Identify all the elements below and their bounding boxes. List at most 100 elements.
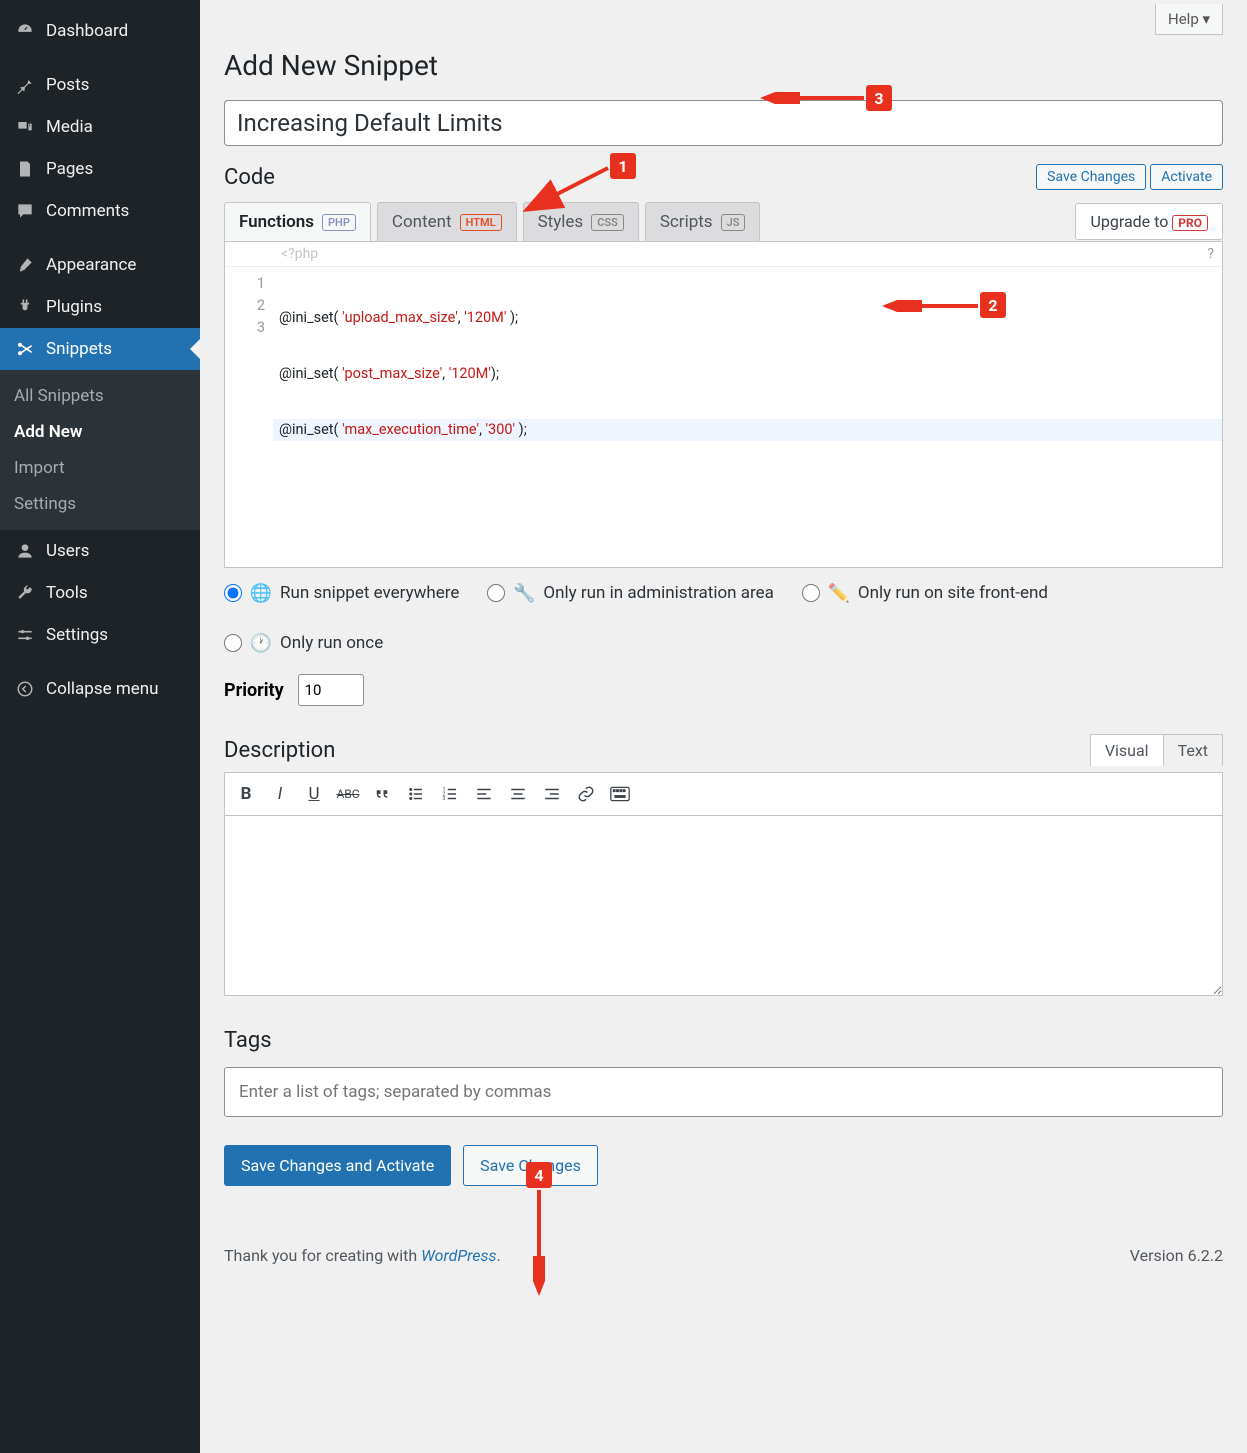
tab-label: Styles xyxy=(538,212,584,232)
sidebar-label: Comments xyxy=(46,201,129,221)
brush-icon xyxy=(14,254,36,276)
sidebar-item-dashboard[interactable]: Dashboard xyxy=(0,10,200,52)
scope-label: Only run in administration area xyxy=(543,583,773,603)
sidebar-collapse[interactable]: Collapse menu xyxy=(0,668,200,710)
main-content: Help ▾ Add New Snippet 1 2 3 4 Code Save… xyxy=(200,0,1247,1453)
scope-label: Run snippet everywhere xyxy=(280,583,459,603)
align-center-button[interactable] xyxy=(503,779,533,809)
annotation-3: 3 xyxy=(866,85,892,111)
code-type-tabs: FunctionsPHP ContentHTML Styles CSS Scrip… xyxy=(224,202,1223,241)
submenu-all-snippets[interactable]: All Snippets xyxy=(0,378,200,414)
description-title: Description xyxy=(224,738,335,763)
radio-once[interactable] xyxy=(224,634,242,652)
wordpress-link[interactable]: WordPress xyxy=(421,1246,496,1265)
code-content[interactable]: @ini_set( 'upload_max_size', '120M' ); @… xyxy=(273,267,1222,567)
activate-button[interactable]: Activate xyxy=(1150,164,1223,190)
sidebar-label: Pages xyxy=(46,159,93,179)
submenu-settings[interactable]: Settings xyxy=(0,486,200,522)
sidebar-label: Plugins xyxy=(46,297,102,317)
sidebar-item-plugins[interactable]: Plugins xyxy=(0,286,200,328)
sidebar-item-snippets[interactable]: Snippets xyxy=(0,328,200,370)
sidebar-label: Users xyxy=(46,541,89,561)
priority-input[interactable] xyxy=(298,674,364,706)
admin-footer: Thank you for creating with WordPress. V… xyxy=(224,1246,1223,1265)
upgrade-label: Upgrade to xyxy=(1090,212,1172,231)
annotation-1: 1 xyxy=(610,153,636,179)
tags-title: Tags xyxy=(224,1028,1223,1053)
scope-admin[interactable]: 🔧Only run in administration area xyxy=(487,582,773,604)
pencil-icon: ✏️ xyxy=(828,582,850,604)
tinymce-toolbar: B I U ABC 123 xyxy=(224,772,1223,816)
tab-scripts[interactable]: ScriptsJS xyxy=(645,202,761,241)
strike-button[interactable]: ABC xyxy=(333,779,363,809)
help-toggle[interactable]: Help ▾ xyxy=(1155,4,1223,35)
page-icon xyxy=(14,158,36,180)
sidebar-item-appearance[interactable]: Appearance xyxy=(0,244,200,286)
badge-php: PHP xyxy=(322,214,356,231)
radio-admin[interactable] xyxy=(487,584,505,602)
submenu-import[interactable]: Import xyxy=(0,450,200,486)
scissors-icon xyxy=(14,338,36,360)
badge-css: CSS xyxy=(591,214,624,231)
sidebar-item-media[interactable]: Media xyxy=(0,106,200,148)
save-and-activate-button[interactable]: Save Changes and Activate xyxy=(224,1145,451,1186)
sidebar-item-settings[interactable]: Settings xyxy=(0,614,200,656)
tab-styles[interactable]: Styles CSS xyxy=(523,202,639,241)
badge-html: HTML xyxy=(460,214,502,231)
sidebar-label: Appearance xyxy=(46,255,136,275)
screen-meta: Help ▾ xyxy=(224,0,1223,39)
bullet-list-button[interactable] xyxy=(401,779,431,809)
annotation-4: 4 xyxy=(526,1162,552,1188)
align-left-button[interactable] xyxy=(469,779,499,809)
sidebar-item-tools[interactable]: Tools xyxy=(0,572,200,614)
code-section-title: Code xyxy=(224,165,275,190)
line-gutter: 123 xyxy=(225,267,273,567)
italic-button[interactable]: I xyxy=(265,779,295,809)
radio-everywhere[interactable] xyxy=(224,584,242,602)
sidebar-label: Tools xyxy=(46,583,88,603)
save-changes-button[interactable]: Save Changes xyxy=(1036,164,1146,190)
sidebar-label: Snippets xyxy=(46,339,112,359)
tab-functions[interactable]: FunctionsPHP xyxy=(224,202,371,241)
align-right-button[interactable] xyxy=(537,779,567,809)
code-editor[interactable]: <?php? 123 @ini_set( 'upload_max_size', … xyxy=(224,241,1223,568)
quote-button[interactable] xyxy=(367,779,397,809)
link-button[interactable] xyxy=(571,779,601,809)
collapse-icon xyxy=(14,678,36,700)
tab-label: Scripts xyxy=(660,212,713,232)
bold-button[interactable]: B xyxy=(231,779,261,809)
keyboard-button[interactable] xyxy=(605,779,635,809)
submenu-add-new[interactable]: Add New xyxy=(0,414,200,450)
footer-thanks: Thank you for creating with xyxy=(224,1246,421,1265)
sidebar-item-pages[interactable]: Pages xyxy=(0,148,200,190)
description-textarea[interactable] xyxy=(224,816,1223,996)
help-label: Help xyxy=(1168,10,1199,28)
globe-icon: 🌐 xyxy=(250,582,272,604)
help-icon[interactable]: ? xyxy=(1207,246,1214,262)
scope-everywhere[interactable]: 🌐 Run snippet everywhere xyxy=(224,582,459,604)
scope-options: 🌐 Run snippet everywhere 🔧Only run in adm… xyxy=(224,568,1223,668)
tab-content[interactable]: ContentHTML xyxy=(377,202,517,241)
pin-icon xyxy=(14,74,36,96)
sidebar-item-comments[interactable]: Comments xyxy=(0,190,200,232)
upgrade-to-pro[interactable]: Upgrade to PRO xyxy=(1075,203,1223,240)
scope-frontend[interactable]: ✏️ Only run on site front-end xyxy=(802,582,1048,604)
wrench-icon xyxy=(14,582,36,604)
radio-frontend[interactable] xyxy=(802,584,820,602)
scope-once[interactable]: 🕐Only run once xyxy=(224,632,383,654)
sidebar-item-users[interactable]: Users xyxy=(0,530,200,572)
tags-input[interactable] xyxy=(224,1067,1223,1117)
scope-label: Only run on site front-end xyxy=(858,583,1048,603)
numbered-list-button[interactable]: 123 xyxy=(435,779,465,809)
sidebar-label: Dashboard xyxy=(46,21,128,41)
snippets-submenu: All Snippets Add New Import Settings xyxy=(0,370,200,530)
underline-button[interactable]: U xyxy=(299,779,329,809)
tab-visual[interactable]: Visual xyxy=(1091,735,1163,766)
editor-mode-tabs: Visual Text xyxy=(1090,734,1223,766)
snippet-title-input[interactable] xyxy=(224,100,1223,146)
tab-text[interactable]: Text xyxy=(1163,735,1222,766)
sidebar-label: Collapse menu xyxy=(46,679,159,699)
priority-row: Priority xyxy=(224,674,1223,706)
pro-badge: PRO xyxy=(1172,215,1208,231)
sidebar-item-posts[interactable]: Posts xyxy=(0,64,200,106)
